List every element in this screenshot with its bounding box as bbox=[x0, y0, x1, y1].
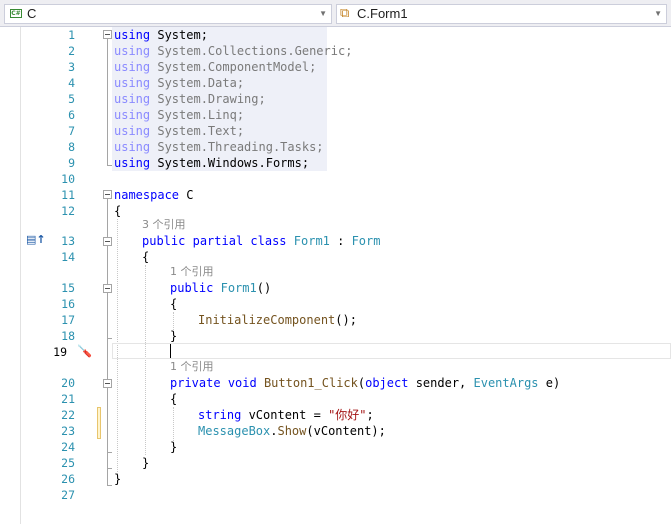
code-text: using System.Threading.Tasks; bbox=[114, 140, 324, 154]
line-number: 5 bbox=[68, 92, 75, 106]
codelens-row: 3 个引用 bbox=[0, 217, 671, 233]
class-icon: ⧉ bbox=[340, 6, 350, 21]
code-line: 18 } bbox=[0, 328, 671, 344]
code-line: 4 using System.Data; bbox=[0, 75, 671, 91]
line-number: 11 bbox=[61, 188, 75, 202]
code-line: 22 string vContent = "你好"; bbox=[0, 407, 671, 423]
code-text: InitializeComponent(); bbox=[198, 313, 357, 327]
line-number: 9 bbox=[68, 156, 75, 170]
class-combo[interactable]: ⧉ C.Form1 ▼ bbox=[336, 4, 667, 24]
code-text: using System.Collections.Generic; bbox=[114, 44, 353, 58]
line-number: 22 bbox=[61, 408, 75, 422]
code-text: } bbox=[114, 472, 122, 486]
codelens-row: 1 个引用 bbox=[0, 264, 671, 280]
project-combo[interactable]: C# C ▼ bbox=[4, 4, 332, 24]
code-line: 9 using System.Windows.Forms; bbox=[0, 155, 671, 171]
code-line: 25 } bbox=[0, 455, 671, 471]
line-number: 20 bbox=[61, 376, 75, 390]
code-line: 26 } bbox=[0, 471, 671, 487]
line-number: 6 bbox=[68, 108, 75, 122]
code-line: 2 using System.Collections.Generic; bbox=[0, 43, 671, 59]
code-text: { bbox=[142, 250, 150, 264]
codelens-constructor-references[interactable]: 1 个引用 bbox=[170, 264, 214, 280]
code-text: namespace C bbox=[114, 188, 194, 202]
line-number: 27 bbox=[61, 488, 75, 502]
code-line: 3 using System.ComponentModel; bbox=[0, 59, 671, 75]
line-number: 8 bbox=[68, 140, 75, 154]
line-number: 4 bbox=[68, 76, 75, 90]
class-combo-text: C.Form1 bbox=[357, 6, 408, 21]
code-line: 14 { bbox=[0, 249, 671, 265]
code-text: using System.ComponentModel; bbox=[114, 60, 317, 74]
code-line: 23 MessageBox.Show(vContent); bbox=[0, 423, 671, 439]
code-editor[interactable]: ▤↑ 🪛 1 using System; 2 using System.Coll… bbox=[0, 27, 671, 524]
line-number: 23 bbox=[61, 424, 75, 438]
code-text: private void Button1_Click(object sender… bbox=[170, 376, 561, 390]
line-number: 1 bbox=[68, 28, 75, 42]
line-number: 13 bbox=[61, 234, 75, 248]
line-number: 14 bbox=[61, 250, 75, 264]
code-text: public partial class Form1 : Form bbox=[142, 234, 381, 248]
code-line: 11 namespace C bbox=[0, 187, 671, 203]
code-text: } bbox=[142, 456, 150, 470]
line-number: 24 bbox=[61, 440, 75, 454]
code-line: 8 using System.Threading.Tasks; bbox=[0, 139, 671, 155]
line-number: 18 bbox=[61, 329, 75, 343]
chevron-down-icon[interactable]: ▼ bbox=[319, 5, 327, 23]
navigation-bar: C# C ▼ ⧉ C.Form1 ▼ bbox=[0, 0, 671, 27]
csharp-project-icon: C# bbox=[10, 9, 22, 18]
codelens-class-references[interactable]: 3 个引用 bbox=[142, 217, 186, 233]
code-text: using System.Text; bbox=[114, 124, 245, 138]
line-number: 21 bbox=[61, 392, 75, 406]
project-combo-text: C bbox=[27, 6, 37, 21]
code-text: using System.Drawing; bbox=[114, 92, 266, 106]
code-line: 1 using System; bbox=[0, 27, 671, 43]
code-line: 20 private void Button1_Click(object sen… bbox=[0, 375, 671, 391]
chevron-down-icon[interactable]: ▼ bbox=[654, 5, 662, 23]
line-number: 7 bbox=[68, 124, 75, 138]
line-number: 15 bbox=[61, 281, 75, 295]
line-number: 19 bbox=[53, 345, 67, 359]
code-line: 24 } bbox=[0, 439, 671, 455]
code-text: public Form1() bbox=[170, 281, 272, 295]
codelens-click-references[interactable]: 1 个引用 bbox=[170, 359, 214, 375]
code-line: 10 bbox=[0, 171, 671, 187]
line-number: 25 bbox=[61, 456, 75, 470]
line-number: 16 bbox=[61, 297, 75, 311]
line-number: 10 bbox=[61, 172, 75, 186]
code-text: using System; bbox=[114, 28, 208, 42]
code-line: 7 using System.Text; bbox=[0, 123, 671, 139]
code-line: 6 using System.Linq; bbox=[0, 107, 671, 123]
line-number: 26 bbox=[61, 472, 75, 486]
code-line: 17 InitializeComponent(); bbox=[0, 312, 671, 328]
code-line: 21 { bbox=[0, 391, 671, 407]
code-line: 5 using System.Drawing; bbox=[0, 91, 671, 107]
code-line: 13 public partial class Form1 : Form bbox=[0, 233, 671, 249]
code-line-current: 19 bbox=[0, 344, 671, 360]
code-text: { bbox=[170, 392, 178, 406]
code-line: 27 bbox=[0, 487, 671, 503]
codelens-row: 1 个引用 bbox=[0, 359, 671, 375]
line-number: 2 bbox=[68, 44, 75, 58]
line-number: 3 bbox=[68, 60, 75, 74]
code-line: 15 public Form1() bbox=[0, 280, 671, 296]
code-text: using System.Data; bbox=[114, 76, 245, 90]
code-text: { bbox=[170, 297, 178, 311]
code-text: } bbox=[170, 440, 178, 454]
code-line: 16 { bbox=[0, 296, 671, 312]
code-text: using System.Windows.Forms; bbox=[114, 156, 310, 170]
code-text: MessageBox.Show(vContent); bbox=[198, 424, 386, 438]
line-number: 17 bbox=[61, 313, 75, 327]
code-text: } bbox=[170, 329, 178, 343]
code-text: string vContent = "你好"; bbox=[198, 408, 374, 422]
code-text: using System.Linq; bbox=[114, 108, 245, 122]
